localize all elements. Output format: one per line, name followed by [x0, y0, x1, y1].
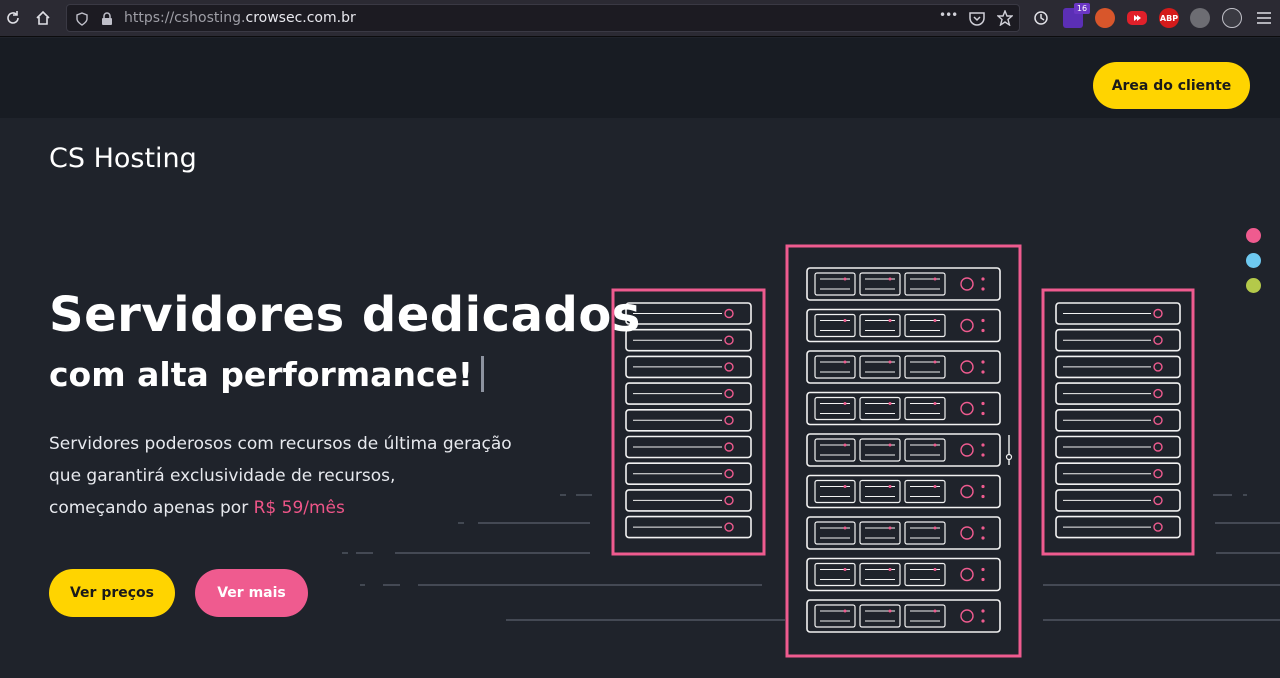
see-more-button[interactable]: Ver mais [195, 569, 308, 617]
theme-dot-pink[interactable] [1246, 228, 1261, 243]
hero-desc-line-2: que garantirá exclusividade de recursos, [49, 466, 396, 486]
server-racks [611, 244, 1195, 658]
see-prices-button[interactable]: Ver preços [49, 569, 175, 617]
price-text: R$ 59/mês [253, 498, 345, 518]
hero-desc-line-3: começando apenas por R$ 59/mês [49, 498, 345, 518]
hero-subtitle: com alta performance! [49, 355, 484, 394]
hero-description: Servidores poderosos com recursos de últ… [49, 428, 512, 524]
theme-dot-green[interactable] [1246, 278, 1261, 293]
typing-caret [480, 356, 484, 392]
hero-desc-line-1: Servidores poderosos com recursos de últ… [49, 434, 512, 454]
theme-dot-blue[interactable] [1246, 253, 1261, 268]
hero-title: Servidores dedicados [49, 287, 641, 343]
